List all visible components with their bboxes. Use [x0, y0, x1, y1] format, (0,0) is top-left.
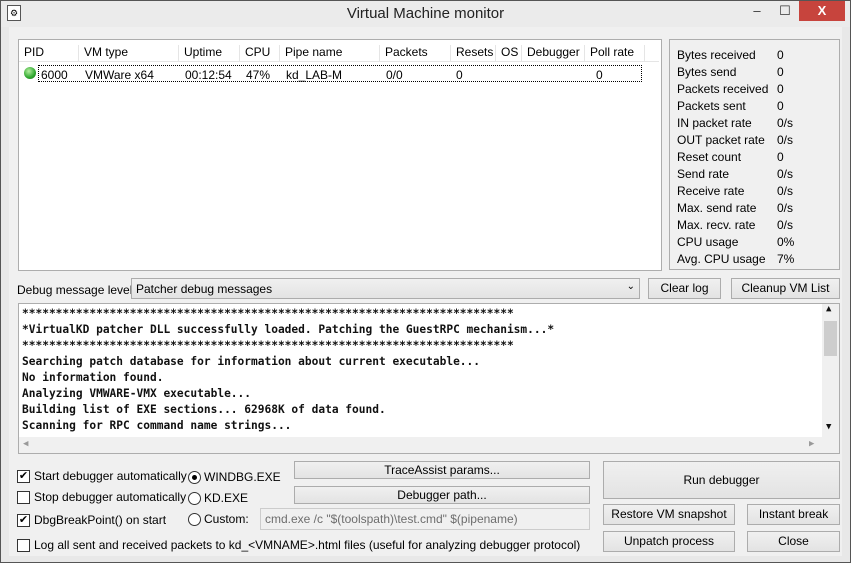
main-window: ⚙ Virtual Machine monitor – ☐ X PID VM t… — [0, 0, 851, 563]
close-window-button[interactable]: X — [799, 1, 845, 21]
dbgbreak-checkbox[interactable]: ✔ — [17, 514, 30, 527]
stat-value: 7% — [777, 252, 795, 266]
log-line: Analyzing VMWARE-VMX executable... — [22, 387, 252, 400]
log-packets-label[interactable]: Log all sent and received packets to kd_… — [34, 538, 580, 552]
window-title: Virtual Machine monitor — [346, 5, 505, 22]
stat-value: 0/s — [777, 116, 794, 130]
vertical-scrollbar[interactable]: ▲ ▼ — [822, 304, 839, 437]
kd-radio[interactable] — [188, 492, 201, 505]
col-cpu[interactable]: CPU — [240, 45, 280, 61]
stat-label: IN packet rate — [677, 116, 752, 130]
start-auto-checkbox[interactable]: ✔ — [17, 470, 30, 483]
scroll-thumb[interactable] — [824, 321, 837, 356]
stat-value: 0/s — [777, 167, 794, 181]
stat-label: Packets sent — [677, 99, 746, 113]
start-auto-label[interactable]: Start debugger automatically — [34, 469, 187, 483]
stat-label: Receive rate — [677, 184, 745, 198]
cleanup-vm-list-button[interactable]: Cleanup VM List — [731, 278, 840, 299]
col-resets[interactable]: Resets — [451, 45, 496, 61]
windbg-label[interactable]: WINDBG.EXE — [204, 470, 281, 484]
col-debugger[interactable]: Debugger — [522, 45, 585, 61]
log-line: Searching patch database for information… — [22, 355, 481, 368]
log-output[interactable]: Scanning for RPC command name strings...… — [18, 303, 840, 454]
run-debugger-button[interactable]: Run debugger — [603, 461, 840, 499]
vm-type: VMWare x64 — [85, 68, 154, 82]
dbgbreak-label[interactable]: DbgBreakPoint() on start — [34, 513, 166, 527]
stat-label: OUT packet rate — [677, 133, 765, 147]
vm-list[interactable]: PID VM type Uptime CPU Pipe name Packets… — [18, 39, 662, 271]
custom-label[interactable]: Custom: — [204, 512, 249, 526]
log-line: ****************************************… — [22, 339, 514, 352]
stat-label: Avg. CPU usage — [677, 252, 766, 266]
vm-row[interactable]: 6000 VMWare x64 00:12:54 47% kd_LAB-M 0/… — [38, 65, 642, 82]
stop-auto-checkbox[interactable] — [17, 491, 30, 504]
col-vm-type[interactable]: VM type — [79, 45, 179, 61]
custom-command-input[interactable]: cmd.exe /c "$(toolspath)\test.cmd" $(pip… — [260, 508, 590, 530]
col-pid[interactable]: PID — [19, 45, 79, 61]
kd-label[interactable]: KD.EXE — [204, 491, 248, 505]
debug-level-value: Patcher debug messages — [136, 282, 273, 296]
log-line: ****************************************… — [22, 307, 514, 320]
clear-log-button[interactable]: Clear log — [648, 278, 721, 299]
vm-poll-rate: 0 — [596, 68, 603, 82]
client-area: PID VM type Uptime CPU Pipe name Packets… — [9, 27, 842, 556]
vm-pid: 6000 — [41, 68, 68, 82]
stat-value: 0/s — [777, 133, 794, 147]
col-packets[interactable]: Packets — [380, 45, 451, 61]
stat-label: Send rate — [677, 167, 730, 181]
stat-value: 0 — [777, 48, 784, 62]
stat-value: 0 — [777, 65, 784, 79]
minimize-button[interactable]: – — [743, 1, 771, 21]
log-line: *VirtualKD patcher DLL successfully load… — [22, 323, 555, 336]
horizontal-scrollbar[interactable]: ◀ ▶ — [19, 437, 839, 453]
stat-value: 0/s — [777, 201, 794, 215]
stat-value: 0/s — [777, 218, 794, 232]
col-uptime[interactable]: Uptime — [179, 45, 240, 61]
unpatch-process-button[interactable]: Unpatch process — [603, 531, 735, 552]
stat-label: Packets received — [677, 82, 769, 96]
vm-cpu: 47% — [246, 68, 271, 82]
stat-label: Max. send rate — [677, 201, 757, 215]
traceassist-params-button[interactable]: TraceAssist params... — [294, 461, 590, 479]
col-pipe-name[interactable]: Pipe name — [280, 45, 380, 61]
stats-panel: Bytes received 0 Bytes send 0 Packets receiv… — [669, 39, 840, 270]
windbg-radio[interactable] — [188, 471, 201, 484]
vm-pipe: kd_LAB-M — [286, 68, 343, 82]
debugger-path-button[interactable]: Debugger path... — [294, 486, 590, 504]
log-line: Building list of EXE sections... 62968K … — [22, 403, 386, 416]
restore-snapshot-button[interactable]: Restore VM snapshot — [603, 504, 735, 525]
stop-auto-label[interactable]: Stop debugger automatically — [34, 490, 186, 504]
maximize-button[interactable]: ☐ — [771, 1, 799, 21]
instant-break-button[interactable]: Instant break — [747, 504, 840, 525]
col-poll-rate[interactable]: Poll rate — [585, 45, 645, 61]
stat-value: 0 — [777, 150, 784, 164]
stat-label: Bytes received — [677, 48, 756, 62]
debug-level-select[interactable]: Patcher debug messages ⌄ — [131, 278, 640, 299]
chevron-down-icon: ⌄ — [626, 281, 635, 292]
col-os[interactable]: OS — [496, 45, 522, 61]
stat-value: 0 — [777, 82, 784, 96]
stat-label: Max. recv. rate — [677, 218, 756, 232]
log-packets-checkbox[interactable] — [17, 539, 30, 552]
vm-running-status-icon — [24, 67, 36, 79]
stat-label: Bytes send — [677, 65, 737, 79]
stat-label: Reset count — [677, 150, 742, 164]
stat-label: CPU usage — [677, 235, 739, 249]
vm-uptime: 00:12:54 — [185, 68, 232, 82]
debug-level-label: Debug message level: — [17, 283, 136, 297]
stat-value: 0/s — [777, 184, 794, 198]
custom-radio[interactable] — [188, 513, 201, 526]
vm-resets: 0 — [456, 68, 463, 82]
stat-value: 0 — [777, 99, 784, 113]
log-line: No information found. — [22, 371, 164, 384]
log-line: Scanning for RPC command name strings... — [22, 419, 292, 432]
title-bar: ⚙ Virtual Machine monitor – ☐ X — [1, 1, 850, 27]
vm-packets: 0/0 — [386, 68, 403, 82]
stat-value: 0% — [777, 235, 795, 249]
close-button[interactable]: Close — [747, 531, 840, 552]
vm-list-header: PID VM type Uptime CPU Pipe name Packets… — [19, 40, 659, 62]
